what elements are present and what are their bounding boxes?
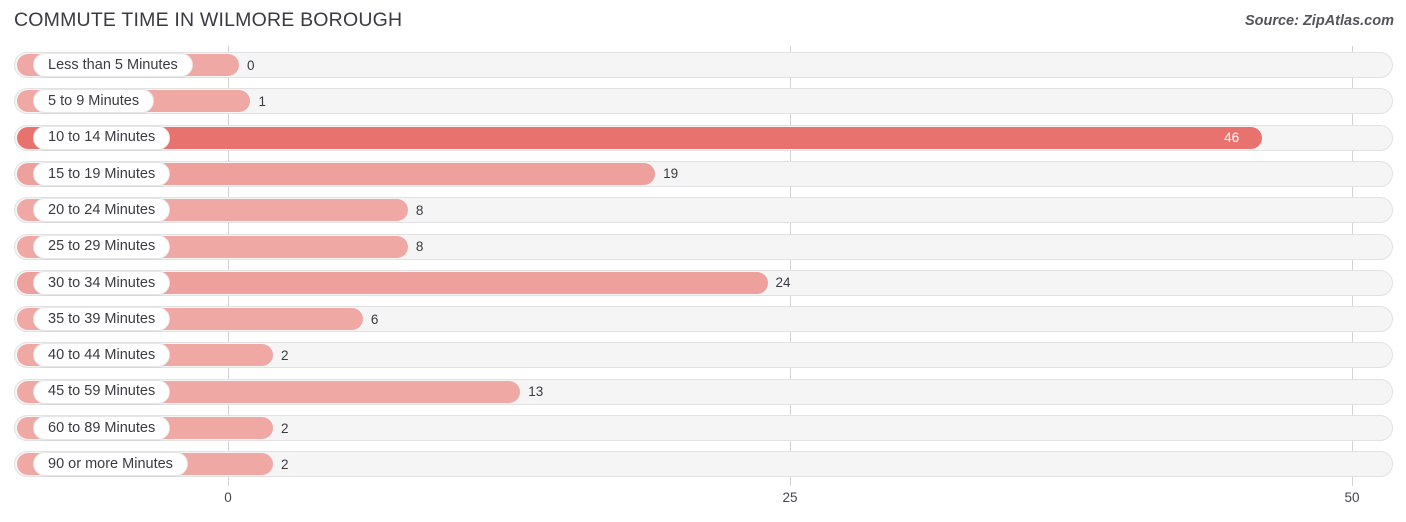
- table-row[interactable]: 35 to 39 Minutes 6: [14, 306, 1393, 333]
- table-row[interactable]: 90 or more Minutes 2: [14, 451, 1393, 478]
- bar-category-label-text: 30 to 34 Minutes: [48, 274, 156, 291]
- bar-category-label-text: 10 to 14 Minutes: [48, 129, 156, 146]
- bar-category-label-text: 45 to 59 Minutes: [48, 383, 156, 400]
- bar-category-label-text: Less than 5 Minutes: [48, 56, 178, 73]
- bar-category-label-text: 15 to 19 Minutes: [48, 165, 156, 182]
- bar-value-label: 24: [775, 275, 791, 291]
- bar-value-label: 2: [280, 347, 289, 363]
- table-row[interactable]: 25 to 29 Minutes 8: [14, 233, 1393, 260]
- bar-category-label-text: 35 to 39 Minutes: [48, 310, 156, 327]
- chart-plot-area: Less than 5 Minutes 0 5 to 9 Minutes 1 10 to…: [0, 46, 1406, 486]
- bar-category-label: 10 to 14 Minutes: [33, 125, 171, 150]
- bar-value-label: 6: [370, 311, 379, 327]
- bar-value-label: 8: [415, 239, 424, 254]
- bar-category-label-text: 60 to 89 Minutes: [48, 419, 156, 436]
- table-row[interactable]: 15 to 19 Minutes 19: [14, 160, 1393, 187]
- x-axis-tick-label: 0: [224, 490, 232, 505]
- bar-category-label: 20 to 24 Minutes: [33, 198, 171, 223]
- bar-category-label: 40 to 44 Minutes: [33, 343, 171, 368]
- bar-value-label: 1: [258, 93, 266, 109]
- bar-value-label: 2: [280, 456, 289, 472]
- table-row[interactable]: 5 to 9 Minutes 1: [14, 88, 1393, 115]
- bar-value-label: 0: [247, 57, 255, 73]
- bar-category-label: 5 to 9 Minutes: [33, 89, 155, 114]
- bar-category-label: 45 to 59 Minutes: [33, 379, 171, 404]
- table-row[interactable]: 45 to 59 Minutes 13: [14, 378, 1393, 405]
- page-title: COMMUTE TIME IN WILMORE BOROUGH: [14, 9, 403, 31]
- x-axis-tick-label: 50: [1344, 490, 1360, 505]
- table-row[interactable]: 20 to 24 Minutes 8: [14, 197, 1393, 224]
- bar-category-label-text: 40 to 44 Minutes: [48, 347, 156, 364]
- table-row[interactable]: 30 to 34 Minutes 24: [14, 269, 1393, 296]
- x-axis: 0 25 50: [0, 486, 1406, 522]
- bar-category-label-text: 5 to 9 Minutes: [48, 93, 140, 110]
- bar-value-label: 2: [280, 420, 289, 436]
- bar-category-label: 60 to 89 Minutes: [33, 416, 171, 440]
- bar-value-label: 46: [1224, 130, 1240, 146]
- x-axis-tick-label: 25: [782, 490, 798, 505]
- bar-category-label: 15 to 19 Minutes: [33, 161, 171, 186]
- table-row[interactable]: 60 to 89 Minutes 2: [14, 415, 1393, 441]
- bar-value-label: 8: [415, 202, 424, 218]
- bar-category-label: Less than 5 Minutes: [33, 53, 193, 77]
- bar-category-label: 90 or more Minutes: [33, 452, 188, 477]
- bar-value-label: 13: [528, 384, 544, 400]
- bar-category-label: 30 to 34 Minutes: [33, 270, 171, 295]
- source-attribution: Source: ZipAtlas.com: [1244, 13, 1394, 29]
- chart-header: COMMUTE TIME IN WILMORE BOROUGH Source: …: [0, 0, 1406, 46]
- bar-category-label: 25 to 29 Minutes: [33, 234, 171, 259]
- table-row[interactable]: 10 to 14 Minutes 46: [14, 124, 1393, 151]
- bar-category-label: 35 to 39 Minutes: [33, 307, 171, 332]
- bar-category-label-text: 90 or more Minutes: [48, 456, 173, 473]
- bar-category-label-text: 25 to 29 Minutes: [48, 238, 156, 255]
- bar: [17, 126, 1263, 149]
- table-row[interactable]: Less than 5 Minutes 0: [14, 52, 1393, 78]
- bar-rows: Less than 5 Minutes 0 5 to 9 Minutes 1 10 to…: [0, 46, 1406, 486]
- bar-category-label-text: 20 to 24 Minutes: [48, 201, 156, 218]
- table-row[interactable]: 40 to 44 Minutes 2: [14, 342, 1393, 369]
- bar-value-label: 19: [663, 166, 679, 182]
